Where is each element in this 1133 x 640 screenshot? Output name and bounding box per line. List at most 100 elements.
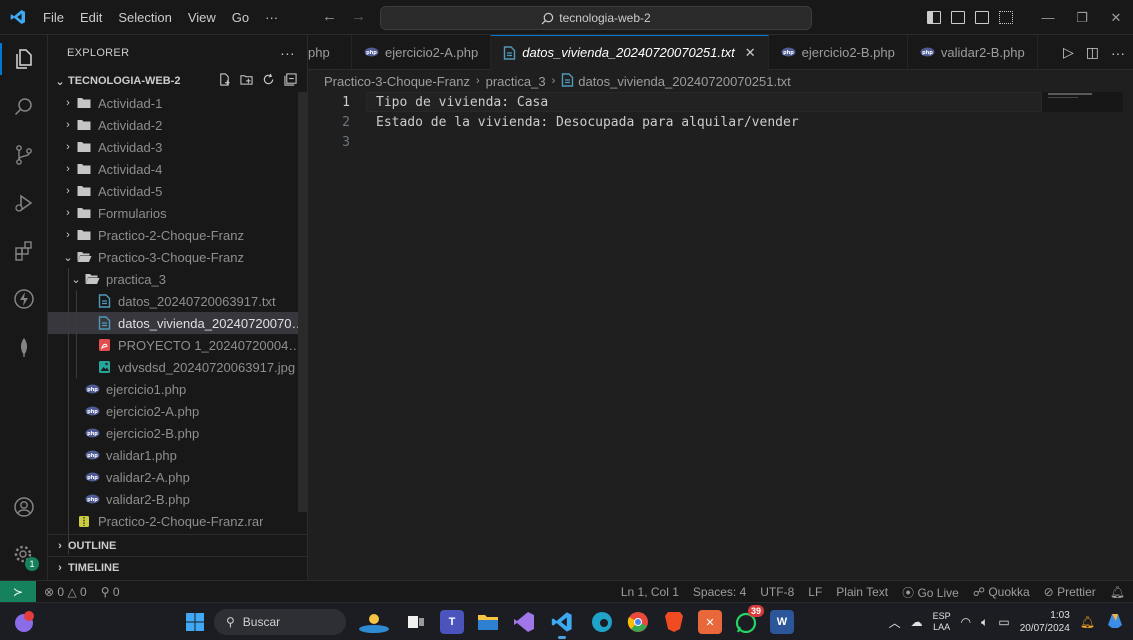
back-arrow-icon[interactable]: ← xyxy=(322,8,337,25)
toggle-primary-sidebar-icon[interactable] xyxy=(927,11,941,24)
chrome-icon[interactable] xyxy=(626,610,650,634)
tree-item[interactable]: PROYECTO 1_20240720004854.pdf xyxy=(48,334,308,356)
thunder-client-icon[interactable] xyxy=(0,275,48,323)
whatsapp-icon[interactable]: 39 xyxy=(734,605,764,634)
menu-view[interactable]: View xyxy=(180,10,224,25)
wifi-icon[interactable]: ◠ xyxy=(961,615,971,629)
word-icon[interactable]: W xyxy=(770,610,794,634)
taskbar-search[interactable]: ⚲ Buscar xyxy=(214,609,346,635)
tree-item[interactable]: Practico-2-Choque-Franz.rar xyxy=(48,510,308,532)
timeline-section[interactable]: › TIMELINE xyxy=(48,556,308,578)
brave-browser-icon[interactable] xyxy=(662,610,686,634)
editor-line[interactable]: 2 Estado de la vivienda: Desocupada para … xyxy=(308,112,1133,132)
tab[interactable]: php xyxy=(308,34,352,70)
teams-icon[interactable]: T xyxy=(440,610,464,634)
source-control-icon[interactable] xyxy=(0,131,48,179)
forward-arrow-icon[interactable]: → xyxy=(351,8,366,25)
prettier-button[interactable]: ⊘ Prettier xyxy=(1044,585,1096,599)
quokka-button[interactable]: ☍ Quokka xyxy=(973,585,1030,599)
new-folder-icon[interactable] xyxy=(240,73,253,86)
tree-item[interactable]: php validar2-A.php xyxy=(48,466,308,488)
encoding[interactable]: UTF-8 xyxy=(760,585,794,599)
tree-item[interactable]: › Actividad-4 xyxy=(48,158,308,180)
remote-indicator-icon[interactable]: ≻ xyxy=(0,580,36,603)
tab[interactable]: php ejercicio2-B.php xyxy=(769,34,908,70)
ports-indicator[interactable]: ⚲ 0 xyxy=(101,585,120,599)
volume-icon[interactable]: 🔈︎ xyxy=(981,615,988,630)
tree-item[interactable]: datos_20240720063917.txt xyxy=(48,290,308,312)
menu-more[interactable]: ··· xyxy=(257,10,286,25)
toggle-secondary-sidebar-icon[interactable] xyxy=(975,11,989,24)
run-play-icon[interactable]: ▷ xyxy=(1063,44,1074,61)
chevron-up-icon[interactable]: ︿ xyxy=(889,614,901,631)
menu-edit[interactable]: Edit xyxy=(72,10,110,25)
problems-indicator[interactable]: ⊗ 0 △ 0 xyxy=(44,585,87,599)
tab[interactable]: php ejercicio2-A.php xyxy=(352,34,492,70)
manage-gear-icon[interactable]: 1 xyxy=(0,531,48,579)
tree-item[interactable]: php validar2-B.php xyxy=(48,488,308,510)
copilot-avatar-icon[interactable] xyxy=(12,610,36,634)
tree-item[interactable]: ⌄ practica_3 xyxy=(48,268,308,290)
vscode-taskbar-icon[interactable] xyxy=(550,610,574,634)
more-actions-icon[interactable]: ··· xyxy=(1111,45,1125,61)
go-live-button[interactable]: ⦿ Go Live xyxy=(902,584,959,601)
extensions-icon[interactable] xyxy=(0,227,48,275)
mongodb-leaf-icon[interactable] xyxy=(0,323,48,371)
close-tab-icon[interactable]: ✕ xyxy=(745,45,756,61)
breadcrumb-item-folder[interactable]: Practico-3-Choque-Franz xyxy=(324,74,470,89)
tree-item[interactable]: php ejercicio2-A.php xyxy=(48,400,308,422)
tree-item[interactable]: ⌄ Practico-3-Choque-Franz xyxy=(48,246,308,268)
file-explorer-icon[interactable] xyxy=(476,610,500,634)
xampp-icon[interactable]: ✕ xyxy=(698,610,722,634)
notification-bell-icon[interactable]: 🔔︎ xyxy=(1080,615,1095,629)
explorer-icon[interactable] xyxy=(0,35,48,83)
tree-item[interactable]: vdvsdsd_20240720063917.jpg xyxy=(48,356,308,378)
collapse-all-icon[interactable] xyxy=(284,73,297,86)
new-file-icon[interactable] xyxy=(218,73,231,86)
tree-item[interactable]: php ejercicio2-B.php xyxy=(48,422,308,444)
visual-studio-icon[interactable] xyxy=(512,610,536,634)
customize-layout-icon[interactable] xyxy=(999,11,1013,24)
task-view-icon[interactable] xyxy=(404,610,428,634)
close-icon[interactable]: ✕ xyxy=(1099,10,1133,26)
windows-start-icon[interactable] xyxy=(183,610,207,634)
tree-item[interactable]: php ejercicio1.php xyxy=(48,378,308,400)
restore-icon[interactable]: ❐ xyxy=(1065,10,1099,26)
editor-line[interactable]: 1 Tipo de vivienda: Casa xyxy=(308,92,1133,112)
tree-item[interactable]: php validar1.php xyxy=(48,444,308,466)
tab-active[interactable]: datos_vivienda_20240720070251.txt ✕ xyxy=(491,34,769,70)
notifications-bell-icon[interactable]: 🔔︎ xyxy=(1110,585,1125,599)
run-debug-icon[interactable] xyxy=(0,179,48,227)
editor-line[interactable]: 3 xyxy=(308,132,1133,152)
tab[interactable]: php validar2-B.php xyxy=(908,34,1038,70)
menu-selection[interactable]: Selection xyxy=(110,10,179,25)
battery-icon[interactable]: ▭ xyxy=(998,615,1009,629)
indentation[interactable]: Spaces: 4 xyxy=(693,585,746,599)
menu-file[interactable]: File xyxy=(35,10,72,25)
refresh-icon[interactable] xyxy=(262,73,275,86)
accounts-icon[interactable] xyxy=(0,483,48,531)
tree-item[interactable]: › Actividad-3 xyxy=(48,136,308,158)
outline-section[interactable]: › OUTLINE xyxy=(48,534,308,556)
onedrive-icon[interactable]: ☁ xyxy=(911,615,923,629)
explorer-more-icon[interactable]: ··· xyxy=(280,45,295,61)
menu-go[interactable]: Go xyxy=(224,10,257,25)
cursor-position[interactable]: Ln 1, Col 1 xyxy=(621,585,679,599)
split-editor-icon[interactable]: ◫ xyxy=(1086,44,1099,61)
language-mode[interactable]: Plain Text xyxy=(836,585,888,599)
text-editor[interactable]: 1 Tipo de vivienda: Casa 2 Estado de la viv… xyxy=(308,92,1133,580)
tree-item[interactable]: › Actividad-1 xyxy=(48,92,308,114)
language-indicator[interactable]: ESP LAA xyxy=(933,611,951,633)
breadcrumb-item-subfolder[interactable]: practica_3 xyxy=(486,74,546,89)
explorer-scrollbar[interactable] xyxy=(298,92,308,512)
widgets-weather-icon[interactable] xyxy=(356,610,392,634)
tree-item[interactable]: › Practico-2-Choque-Franz xyxy=(48,224,308,246)
clock[interactable]: 1:03 20/07/2024 xyxy=(1020,609,1070,635)
tree-item[interactable]: › Actividad-5 xyxy=(48,180,308,202)
copilot-icon[interactable] xyxy=(1105,611,1125,634)
edge-browser-icon[interactable] xyxy=(590,610,614,634)
minimize-icon[interactable]: — xyxy=(1031,10,1065,26)
toggle-panel-icon[interactable] xyxy=(951,11,965,24)
tree-item[interactable]: datos_vivienda_20240720070251.txt xyxy=(48,312,308,334)
search-icon[interactable] xyxy=(0,83,48,131)
